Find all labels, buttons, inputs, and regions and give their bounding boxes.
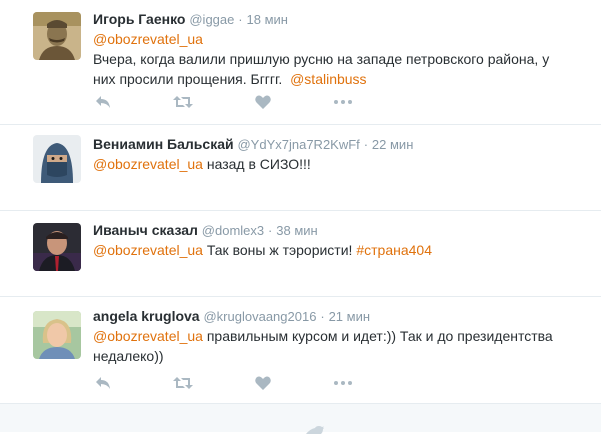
- reply-button[interactable]: [93, 92, 113, 112]
- like-button[interactable]: [253, 373, 273, 393]
- timestamp[interactable]: 18 мин: [247, 12, 288, 27]
- heart-icon: [255, 376, 271, 390]
- mention-link[interactable]: @stalinbuss: [290, 71, 366, 87]
- more-button[interactable]: [333, 373, 353, 393]
- author-handle[interactable]: @YdYx7jna7R2KwFf: [237, 137, 359, 152]
- tweet-header: Вениамин Бальскай @YdYx7jna7R2KwFf · 22 …: [93, 135, 413, 154]
- tweet[interactable]: angela kruglova @kruglovaang2016 · 21 ми…: [0, 297, 601, 404]
- avatar[interactable]: [33, 12, 81, 60]
- separator-dot: ·: [320, 309, 325, 324]
- avatar[interactable]: [33, 135, 81, 183]
- retweet-button[interactable]: [173, 373, 193, 393]
- reply-icon: [96, 377, 110, 389]
- tweet-body: Так воны ж тэрористи!: [206, 242, 353, 258]
- tweet-body: назад в СИЗО!!!: [206, 156, 311, 172]
- author-handle[interactable]: @kruglovaang2016: [203, 309, 316, 324]
- more-icon: [334, 100, 352, 104]
- tweet-text: @obozrevatel_ua Так воны ж тэрористи! #с…: [93, 240, 573, 260]
- tweet-text: @obozrevatel_ua правильным курсом и идет…: [93, 326, 573, 366]
- author-name[interactable]: Иваныч сказал: [93, 222, 198, 238]
- retweet-icon: [173, 377, 193, 389]
- timeline-footer: [0, 404, 601, 434]
- separator-dot: ·: [363, 137, 369, 152]
- heart-icon: [255, 95, 271, 109]
- tweet-feed: Игорь Гаенко @iggae · 18 мин @obozrevate…: [0, 0, 601, 434]
- tweet-header: angela kruglova @kruglovaang2016 · 21 ми…: [93, 307, 370, 326]
- author-name[interactable]: Игорь Гаенко: [93, 11, 185, 27]
- tweet-actions: [93, 92, 363, 112]
- reply-button[interactable]: [93, 373, 113, 393]
- tweet[interactable]: Иваныч сказал @domlex3 · 38 мин @obozrev…: [0, 211, 601, 297]
- mention-link[interactable]: @obozrevatel_ua: [93, 156, 203, 172]
- more-icon: [334, 381, 352, 385]
- like-button[interactable]: [253, 92, 273, 112]
- tweet-actions: [93, 373, 363, 393]
- retweet-icon: [173, 96, 193, 108]
- author-name[interactable]: angela kruglova: [93, 308, 200, 324]
- timestamp[interactable]: 21 мин: [329, 309, 370, 324]
- more-button[interactable]: [333, 92, 353, 112]
- avatar[interactable]: [33, 223, 81, 271]
- tweet-header: Игорь Гаенко @iggae · 18 мин: [93, 10, 288, 29]
- timestamp[interactable]: 38 мин: [276, 223, 317, 238]
- author-handle[interactable]: @domlex3: [202, 223, 264, 238]
- tweet-text: @obozrevatel_ua Вчера, когда валили приш…: [93, 29, 573, 89]
- hashtag-link[interactable]: #страна404: [356, 242, 432, 258]
- separator-dot: ·: [238, 12, 243, 27]
- retweet-button[interactable]: [173, 92, 193, 112]
- separator-dot: ·: [268, 223, 273, 238]
- tweet[interactable]: Игорь Гаенко @iggae · 18 мин @obozrevate…: [0, 0, 601, 125]
- tweet-header: Иваныч сказал @domlex3 · 38 мин: [93, 221, 318, 240]
- tweet-text: @obozrevatel_ua назад в СИЗО!!!: [93, 154, 573, 174]
- timestamp[interactable]: 22 мин: [372, 137, 413, 152]
- tweet[interactable]: Вениамин Бальскай @YdYx7jna7R2KwFf · 22 …: [0, 125, 601, 211]
- author-handle[interactable]: @iggae: [189, 12, 234, 27]
- reply-icon: [96, 96, 110, 108]
- mention-link[interactable]: @obozrevatel_ua: [93, 328, 203, 344]
- mention-link[interactable]: @obozrevatel_ua: [93, 242, 203, 258]
- author-name[interactable]: Вениамин Бальскай: [93, 136, 234, 152]
- avatar[interactable]: [33, 311, 81, 359]
- mention-link[interactable]: @obozrevatel_ua: [93, 31, 203, 47]
- twitter-bird-icon: [306, 426, 324, 434]
